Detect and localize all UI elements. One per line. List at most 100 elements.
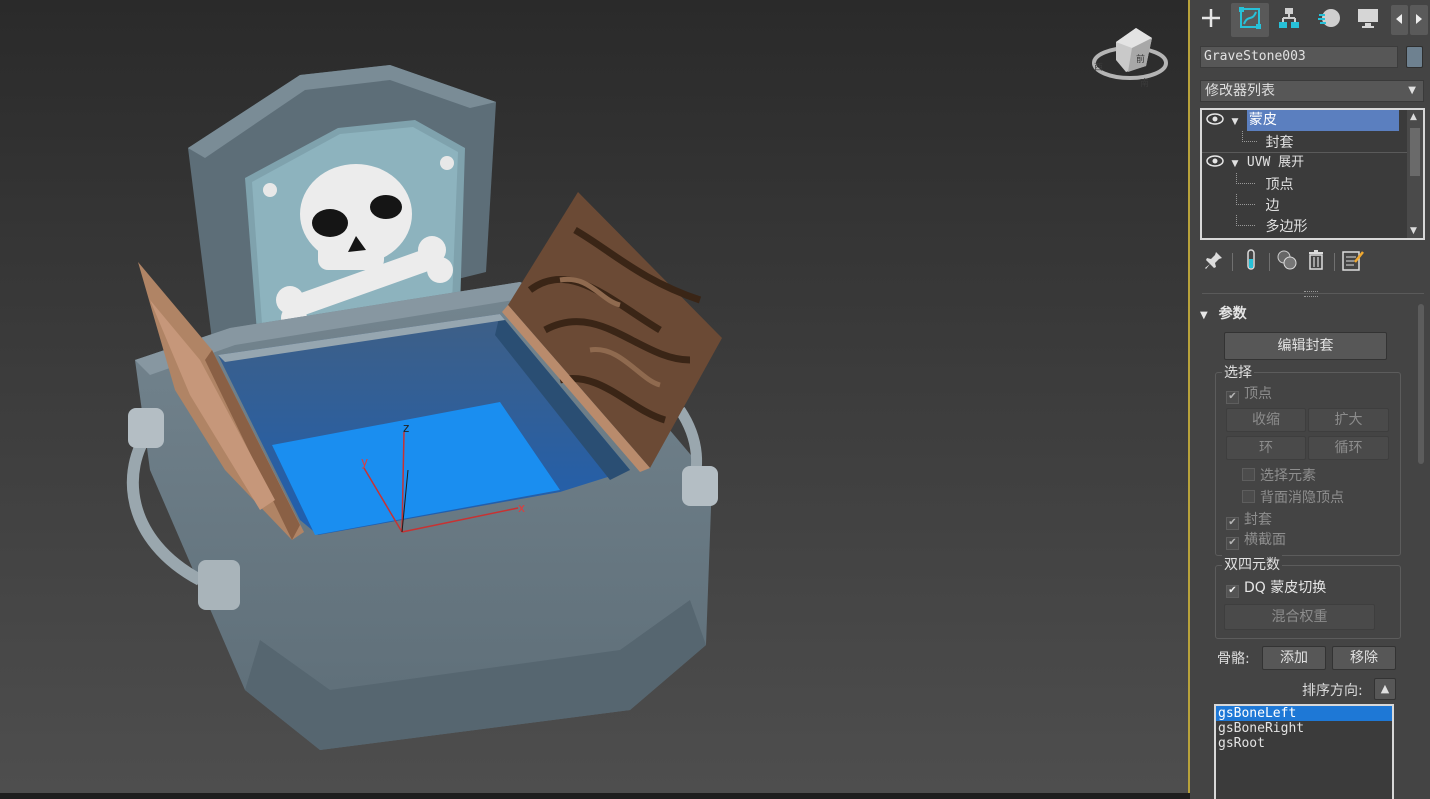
dropdown-arrow-icon: ▼ — [1408, 85, 1416, 96]
viewcube-south-label: 南 — [1140, 77, 1149, 89]
x-axis-label: x — [518, 501, 525, 515]
add-bone-button[interactable]: 添加 — [1262, 646, 1326, 670]
test-tube-icon — [1244, 249, 1258, 275]
triangle-up-icon: ▲ — [1380, 682, 1390, 695]
stack-item-edge[interactable]: 边 — [1236, 194, 1396, 215]
ring-button[interactable]: 环 — [1226, 436, 1306, 460]
bones-label: 骨骼: — [1217, 651, 1250, 667]
stack-item-label: 蒙皮 — [1246, 110, 1399, 131]
viewcube-west-label: 西 — [1094, 62, 1103, 73]
viewport-bottom-strip — [0, 793, 1190, 799]
panel-resize-handle[interactable] — [1304, 291, 1318, 297]
display-tab[interactable] — [1349, 3, 1386, 37]
tree-branch-icon — [1236, 194, 1255, 205]
checkbox-box: ✔ — [1226, 391, 1239, 404]
sort-direction-button[interactable]: ▲ — [1374, 678, 1396, 700]
pin-stack-button[interactable] — [1200, 249, 1228, 275]
select-group-title: 选择 — [1222, 362, 1254, 382]
bone-list-item[interactable]: gsBoneRight — [1216, 721, 1392, 736]
stack-item-unwrap-uvw[interactable]: ▼ UVW 展开 — [1206, 152, 1406, 173]
modify-icon — [1238, 6, 1262, 34]
shrink-button[interactable]: 收缩 — [1226, 408, 1306, 432]
stack-item-vertex[interactable]: 顶点 — [1236, 173, 1396, 194]
stack-scrollbar[interactable]: ▲ ▼ — [1407, 110, 1423, 238]
loop-button[interactable]: 循环 — [1308, 436, 1389, 460]
remove-bone-button[interactable]: 移除 — [1332, 646, 1396, 670]
object-color-swatch[interactable] — [1406, 46, 1423, 68]
tree-branch-icon — [1242, 131, 1257, 142]
remove-modifier-button[interactable] — [1302, 249, 1330, 275]
checkbox-label: 顶点 — [1244, 386, 1272, 402]
checkbox-label: 选择元素 — [1260, 468, 1316, 484]
motion-tab[interactable] — [1310, 3, 1347, 37]
backface-cull-checkbox[interactable]: 背面消隐顶点 — [1242, 489, 1344, 507]
parameters-rollout-header[interactable]: ▼ 参数 — [1200, 304, 1414, 324]
stack-item-label: UVW 展开 — [1246, 155, 1305, 170]
stack-item-label: 封套 — [1265, 135, 1294, 151]
chevron-right-icon — [1415, 12, 1423, 28]
modify-tab[interactable] — [1231, 3, 1269, 37]
display-icon — [1356, 6, 1380, 34]
grow-button[interactable]: 扩大 — [1308, 408, 1389, 432]
toolbar-divider — [1334, 253, 1335, 271]
checkbox-label: 横截面 — [1244, 532, 1286, 548]
stack-item-label: 顶点 — [1265, 177, 1294, 193]
eye-icon[interactable] — [1206, 154, 1224, 170]
stack-item-polygon[interactable]: 多边形 — [1236, 215, 1396, 236]
tabs-scroll-left[interactable] — [1390, 5, 1409, 35]
scrollbar-thumb[interactable] — [1410, 128, 1420, 176]
checkbox-label: 封套 — [1244, 512, 1272, 528]
chevron-down-icon[interactable]: ▼ — [1410, 226, 1417, 236]
envelopes-checkbox[interactable]: ✔ 封套 — [1226, 511, 1272, 530]
select-element-checkbox[interactable]: 选择元素 — [1242, 467, 1316, 485]
configure-icon — [1341, 248, 1365, 276]
vertices-checkbox[interactable]: ✔ 顶点 — [1226, 385, 1272, 404]
plus-icon — [1200, 7, 1222, 33]
stack-toolbar — [1200, 248, 1425, 276]
object-name-field[interactable]: GraveStone003 — [1200, 46, 1398, 68]
modifier-list-label: 修改器列表 — [1205, 83, 1275, 99]
pin-icon — [1204, 250, 1224, 274]
dq-skinning-toggle-checkbox[interactable]: ✔ DQ 蒙皮切换 — [1226, 579, 1326, 598]
hierarchy-tab[interactable] — [1271, 3, 1308, 37]
expand-triangle-icon[interactable]: ▼ — [1231, 117, 1238, 127]
modifier-list-dropdown[interactable]: 修改器列表 ▼ — [1200, 80, 1424, 102]
trash-icon — [1306, 249, 1326, 275]
cross-sections-checkbox[interactable]: ✔ 横截面 — [1226, 531, 1286, 550]
z-axis-label: z — [403, 421, 409, 435]
chevron-left-icon — [1395, 12, 1403, 28]
bone-list-item[interactable]: gsRoot — [1216, 736, 1392, 751]
panel-scrollbar[interactable] — [1418, 304, 1424, 464]
blend-weights-button[interactable]: 混合权重 — [1224, 604, 1375, 630]
modifier-stack[interactable]: ▼ 蒙皮 封套 ▼ UVW 展开 顶点 边 多边形 ▲ ▼ — [1200, 108, 1425, 240]
viewcube[interactable]: 前 西 南 — [1092, 28, 1168, 89]
rollout-title: 参数 — [1218, 306, 1247, 322]
perspective-viewport[interactable]: x y z 前 西 南 — [0, 0, 1188, 793]
checkbox-box: ✔ — [1226, 517, 1239, 530]
stack-item-label: 多边形 — [1265, 219, 1308, 235]
toolbar-divider — [1232, 253, 1233, 271]
make-unique-icon — [1276, 249, 1300, 275]
checkbox-box: ✔ — [1226, 537, 1239, 550]
stack-item-skin[interactable]: ▼ 蒙皮 — [1206, 110, 1406, 131]
toolbar-divider — [1269, 253, 1270, 271]
make-unique-button[interactable] — [1274, 249, 1302, 275]
tabs-scroll-right[interactable] — [1410, 5, 1429, 35]
bone-list[interactable]: gsBoneLeft gsBoneRight gsRoot — [1214, 704, 1394, 799]
expand-triangle-icon[interactable]: ▼ — [1231, 159, 1238, 169]
command-panel-tabs — [1192, 2, 1429, 38]
checkbox-label: DQ 蒙皮切换 — [1244, 580, 1327, 596]
collapse-triangle-icon: ▼ — [1200, 310, 1208, 321]
show-end-result-button[interactable] — [1237, 249, 1265, 275]
stack-item-label: 边 — [1265, 198, 1280, 214]
sort-direction-label: 排序方向: — [1302, 683, 1363, 699]
tree-branch-icon — [1236, 173, 1255, 184]
eye-icon[interactable] — [1206, 112, 1224, 128]
edit-envelopes-button[interactable]: 编辑封套 — [1224, 332, 1387, 360]
stack-item-envelope[interactable]: 封套 — [1242, 131, 1402, 152]
chevron-up-icon[interactable]: ▲ — [1410, 112, 1417, 122]
configure-modifier-sets-button[interactable] — [1339, 249, 1367, 275]
scene-render: x y z 前 西 南 — [126, 28, 1168, 750]
create-tab[interactable] — [1192, 3, 1229, 37]
bone-list-item[interactable]: gsBoneLeft — [1216, 706, 1392, 721]
